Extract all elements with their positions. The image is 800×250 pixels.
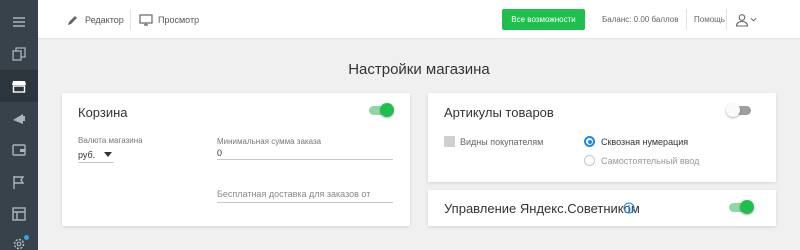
advisor-card: Управление Яндекс.Советником xyxy=(428,190,776,226)
editor-label: Редактор xyxy=(85,14,124,25)
radio-manual-input-label: Самостоятельный ввод xyxy=(601,156,700,166)
visible-to-buyers-label: Видны покупателям xyxy=(460,137,544,147)
layout-icon[interactable] xyxy=(0,198,38,230)
user-menu[interactable] xyxy=(735,0,762,39)
dropdown-arrow-icon[interactable] xyxy=(104,152,112,158)
info-icon[interactable] xyxy=(623,202,635,214)
radio-manual-input[interactable] xyxy=(584,155,595,166)
currency-select-value[interactable]: руб. xyxy=(78,150,95,160)
wallet-icon[interactable] xyxy=(0,134,38,166)
monitor-icon xyxy=(139,13,153,26)
advisor-toggle[interactable] xyxy=(728,200,754,214)
toolbar-divider xyxy=(726,9,727,30)
currency-underline xyxy=(78,162,114,163)
min-order-input[interactable]: 0 xyxy=(217,148,222,158)
min-order-underline xyxy=(217,159,393,160)
user-icon xyxy=(735,13,749,27)
page-title: Настройки магазина xyxy=(348,61,490,78)
help-link[interactable]: Помощь xyxy=(694,0,725,39)
visible-to-buyers-checkbox[interactable] xyxy=(444,136,455,147)
sku-card-title: Артикулы товаров xyxy=(444,105,554,120)
cart-toggle[interactable] xyxy=(368,103,394,117)
menu-icon[interactable] xyxy=(0,6,38,38)
preview-button[interactable]: Просмотр xyxy=(139,0,199,39)
cart-card: Корзина Валюта магазина руб. Минимальная… xyxy=(62,93,410,226)
radio-continuous-numbering[interactable] xyxy=(584,136,595,147)
currency-label: Валюта магазина xyxy=(78,136,143,145)
promotion-icon[interactable] xyxy=(0,102,38,134)
notification-dot xyxy=(24,235,29,240)
pencil-icon xyxy=(68,15,77,25)
free-delivery-input[interactable]: Бесплатная доставка для заказов от xyxy=(217,189,370,199)
sku-card: Артикулы товаров Видны покупателям Сквоз… xyxy=(428,93,776,182)
free-delivery-underline xyxy=(217,202,393,203)
all-features-button[interactable]: Все возможности xyxy=(502,9,585,30)
sidebar xyxy=(0,0,38,250)
advisor-card-title: Управление Яндекс.Советником xyxy=(444,201,640,216)
toolbar-divider xyxy=(130,9,131,30)
flag-icon[interactable] xyxy=(0,166,38,198)
chevron-down-icon xyxy=(750,17,757,22)
editor-button[interactable]: Редактор xyxy=(66,0,124,39)
preview-label: Просмотр xyxy=(158,14,200,25)
top-bar: Редактор Просмотр Все возможности Баланс… xyxy=(38,0,800,39)
cart-card-title: Корзина xyxy=(78,105,128,120)
toolbar-divider xyxy=(686,9,687,30)
radio-continuous-numbering-label: Сквозная нумерация xyxy=(601,137,689,147)
pages-icon[interactable] xyxy=(0,38,38,70)
store-icon[interactable] xyxy=(0,70,38,102)
min-order-label: Минимальная сумма заказа xyxy=(217,137,322,146)
settings-gear-icon[interactable] xyxy=(0,228,38,250)
balance-text: Баланс: 0.00 баллов xyxy=(602,15,679,24)
sku-toggle[interactable] xyxy=(726,103,752,117)
